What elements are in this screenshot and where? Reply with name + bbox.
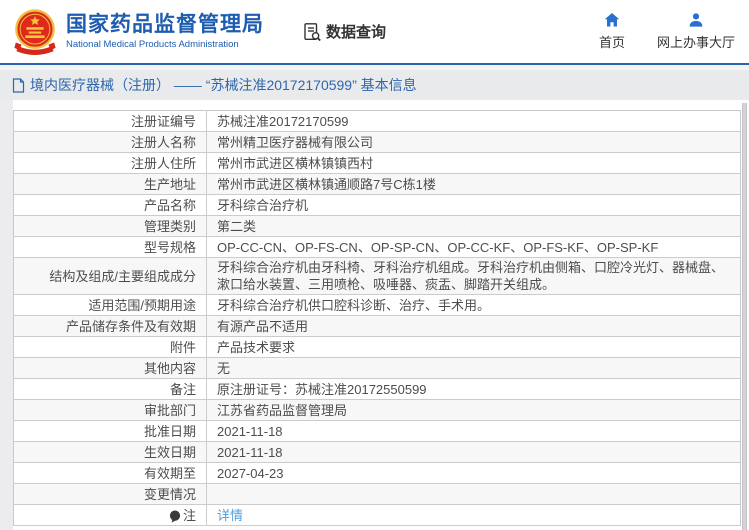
row-label: 型号规格	[14, 237, 207, 257]
row-value: 无	[207, 358, 740, 378]
row-value: 苏械注准20172170599	[207, 111, 740, 131]
row-label: 其他内容	[14, 358, 207, 378]
table-row: 其他内容 无	[14, 358, 740, 379]
table-row-note: 注 详情	[14, 505, 740, 526]
row-label: 生产地址	[14, 174, 207, 194]
table-row: 注册证编号 苏械注准20172170599	[14, 111, 740, 132]
home-icon	[604, 12, 620, 28]
nav-home[interactable]: 首页	[599, 12, 625, 51]
row-value	[207, 484, 740, 504]
table-row: 有效期至 2027-04-23	[14, 463, 740, 484]
table-row: 备注 原注册证号：苏械注准20172550599	[14, 379, 740, 400]
page: 国家药品监督管理局 National Medical Products Admi…	[0, 0, 749, 530]
table-row: 产品名称 牙科综合治疗机	[14, 195, 740, 216]
row-label: 备注	[14, 379, 207, 399]
row-label: 注册人住所	[14, 153, 207, 173]
row-label: 注册证编号	[14, 111, 207, 131]
data-query-label: 数据查询	[326, 21, 386, 42]
row-value: 牙科综合治疗机由牙科椅、牙科治疗机组成。牙科治疗机由侧箱、口腔冷光灯、器械盘、漱…	[207, 258, 740, 294]
table-row: 注册人名称 常州精卫医疗器械有限公司	[14, 132, 740, 153]
table-row: 产品储存条件及有效期 有源产品不适用	[14, 316, 740, 337]
row-value: 有源产品不适用	[207, 316, 740, 336]
table-row: 生效日期 2021-11-18	[14, 442, 740, 463]
data-query-section[interactable]: 数据查询	[302, 21, 386, 42]
comment-icon	[169, 510, 181, 523]
row-label: 注	[14, 505, 207, 525]
registration-info-table: 注册证编号 苏械注准20172170599 注册人名称 常州精卫医疗器械有限公司…	[13, 110, 741, 526]
row-label: 附件	[14, 337, 207, 357]
page-title: 境内医疗器械（注册） —— “苏械注准20172170599” 基本信息	[30, 75, 417, 95]
vertical-scrollbar[interactable]	[742, 103, 747, 530]
agency-name-en: National Medical Products Administration	[66, 38, 264, 51]
row-label-text: 注	[183, 507, 196, 524]
table-row: 附件 产品技术要求	[14, 337, 740, 358]
user-icon	[688, 12, 704, 28]
row-value: 2021-11-18	[207, 421, 740, 441]
row-value: 牙科综合治疗机供口腔科诊断、治疗、手术用。	[207, 295, 740, 315]
row-value: 2027-04-23	[207, 463, 740, 483]
top-nav: 首页 网上办事大厅	[599, 12, 735, 51]
row-label: 适用范围/预期用途	[14, 295, 207, 315]
row-value: 详情	[207, 505, 740, 525]
row-label: 批准日期	[14, 421, 207, 441]
table-row: 批准日期 2021-11-18	[14, 421, 740, 442]
row-value: 原注册证号：苏械注准20172550599	[207, 379, 740, 399]
table-row: 变更情况	[14, 484, 740, 505]
row-label: 有效期至	[14, 463, 207, 483]
row-value: 常州市武进区横林镇通顺路7号C栋1楼	[207, 174, 740, 194]
row-value: 2021-11-18	[207, 442, 740, 462]
document-icon	[12, 78, 25, 93]
row-label: 生效日期	[14, 442, 207, 462]
data-query-doc-search-icon	[302, 22, 322, 42]
agency-name-cn: 国家药品监督管理局	[66, 13, 264, 37]
table-row: 管理类别 第二类	[14, 216, 740, 237]
nav-online-service-hall-label: 网上办事大厅	[657, 32, 735, 51]
details-link[interactable]: 详情	[217, 507, 243, 524]
row-label: 审批部门	[14, 400, 207, 420]
table-row: 适用范围/预期用途 牙科综合治疗机供口腔科诊断、治疗、手术用。	[14, 295, 740, 316]
row-label: 产品名称	[14, 195, 207, 215]
table-wrap: 注册证编号 苏械注准20172170599 注册人名称 常州精卫医疗器械有限公司…	[13, 110, 741, 526]
row-value: 产品技术要求	[207, 337, 740, 357]
row-value: 江苏省药品监督管理局	[207, 400, 740, 420]
row-value: 牙科综合治疗机	[207, 195, 740, 215]
left-margin-strip	[0, 100, 13, 530]
table-row: 注册人住所 常州市武进区横林镇镇西村	[14, 153, 740, 174]
row-value: 第二类	[207, 216, 740, 236]
row-value: OP-CC-CN、OP-FS-CN、OP-SP-CN、OP-CC-KF、OP-F…	[207, 237, 740, 257]
row-value: 常州精卫医疗器械有限公司	[207, 132, 740, 152]
content-area: 境内医疗器械（注册） —— “苏械注准20172170599” 基本信息 注册证…	[0, 65, 749, 530]
row-label: 结构及组成/主要组成成分	[14, 258, 207, 294]
page-title-bar: 境内医疗器械（注册） —— “苏械注准20172170599” 基本信息	[0, 70, 749, 100]
nmpa-emblem-logo	[12, 8, 58, 56]
nav-home-label: 首页	[599, 32, 625, 51]
table-row: 生产地址 常州市武进区横林镇通顺路7号C栋1楼	[14, 174, 740, 195]
table-row: 型号规格 OP-CC-CN、OP-FS-CN、OP-SP-CN、OP-CC-KF…	[14, 237, 740, 258]
table-row: 结构及组成/主要组成成分 牙科综合治疗机由牙科椅、牙科治疗机组成。牙科治疗机由侧…	[14, 258, 740, 295]
table-row: 审批部门 江苏省药品监督管理局	[14, 400, 740, 421]
row-label: 变更情况	[14, 484, 207, 504]
row-label: 注册人名称	[14, 132, 207, 152]
row-value: 常州市武进区横林镇镇西村	[207, 153, 740, 173]
site-header: 国家药品监督管理局 National Medical Products Admi…	[0, 0, 749, 63]
row-label: 产品储存条件及有效期	[14, 316, 207, 336]
agency-title-block: 国家药品监督管理局 National Medical Products Admi…	[66, 13, 264, 51]
row-label: 管理类别	[14, 216, 207, 236]
nav-online-service-hall[interactable]: 网上办事大厅	[657, 12, 735, 51]
